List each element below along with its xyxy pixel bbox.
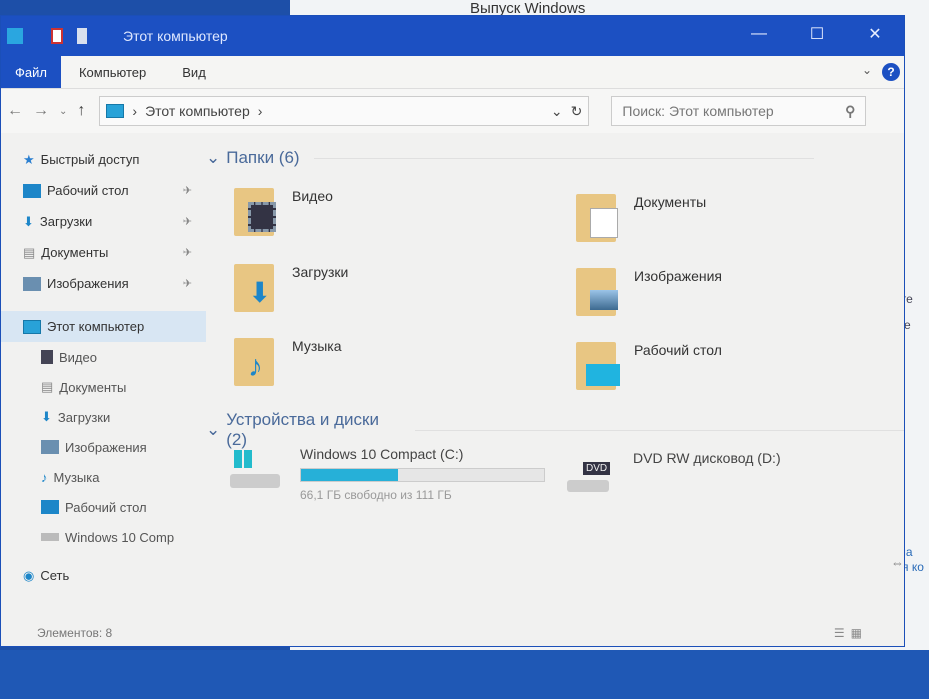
item-count: Элементов: 8 xyxy=(37,626,113,640)
resize-handle-icon[interactable]: ⇔ xyxy=(891,555,904,570)
search-input[interactable]: Поиск: Этот компьютер ⚲ xyxy=(611,96,867,126)
content-pane: ⌄ Папки (6) Видео Документы ⬇ Загрузки Изо… xyxy=(206,142,904,620)
sidebar-item-this-pc[interactable]: Этот компьютер xyxy=(1,311,206,342)
folder-video[interactable]: Видео xyxy=(234,188,333,238)
chevron-down-icon: ⌄ xyxy=(206,420,221,439)
pin-icon: ✈ xyxy=(182,247,192,259)
pin-icon: ✈ xyxy=(182,216,192,228)
close-button[interactable]: ✕ xyxy=(846,16,904,52)
explorer-window: Этот компьютер — ☐ ✕ Файл Компьютер Вид … xyxy=(0,15,905,647)
navigation-bar: ← → ⌄ ↑ › Этот компьютер › ⌄ ↻ Поиск: Эт… xyxy=(1,89,904,133)
windows-drive-icon xyxy=(230,446,280,492)
sidebar-item-pictures[interactable]: Изображения ✈ xyxy=(1,268,206,299)
pictures-icon xyxy=(41,440,59,454)
folder-desktop[interactable]: Рабочий стол xyxy=(576,342,722,392)
recent-chevron-icon[interactable]: ⌄ xyxy=(59,106,67,117)
sidebar-item-network[interactable]: ◉ Сеть xyxy=(1,560,206,591)
sidebar-item-video[interactable]: Видео xyxy=(1,342,206,372)
desktop-taskbar-area xyxy=(0,650,929,699)
pin-icon: ✈ xyxy=(182,185,192,197)
desktop-icon xyxy=(23,183,41,198)
forward-arrow-icon[interactable]: → xyxy=(33,102,49,120)
ribbon-tabs: Файл Компьютер Вид ⌄ ? xyxy=(1,56,904,89)
breadcrumb-separator-icon: › xyxy=(132,103,138,119)
minimize-button[interactable]: — xyxy=(730,16,788,52)
sidebar-item-downloads[interactable]: ⬇ Загрузки ✈ xyxy=(1,206,206,237)
computer-icon xyxy=(23,319,41,334)
pictures-icon xyxy=(23,276,41,291)
details-view-icon[interactable]: ☰ xyxy=(834,626,845,640)
navigation-pane: ★ Быстрый доступ Рабочий стол ✈ ⬇ Загрузки ✈… xyxy=(1,142,206,620)
chevron-down-icon: ⌄ xyxy=(206,148,221,167)
drive-c[interactable]: Windows 10 Compact (C:) 66,1 ГБ свободно… xyxy=(230,446,545,502)
address-dropdown-chevron-icon[interactable]: ⌄ xyxy=(551,103,563,120)
search-placeholder: Поиск: Этот компьютер xyxy=(622,103,774,119)
group-header-folders[interactable]: ⌄ Папки (6) xyxy=(206,148,814,168)
sidebar-item-quick-access[interactable]: ★ Быстрый доступ xyxy=(1,144,206,175)
maximize-button[interactable]: ☐ xyxy=(788,16,846,52)
download-icon: ⬇ xyxy=(23,213,34,229)
desktop-icon xyxy=(41,500,59,514)
drive-icon xyxy=(41,533,59,541)
folder-music[interactable]: ♪ Музыка xyxy=(234,338,342,388)
sidebar-item-pictures[interactable]: Изображения xyxy=(1,432,206,462)
sidebar-item-desktop[interactable]: Рабочий стол xyxy=(1,492,206,522)
sidebar-item-desktop[interactable]: Рабочий стол ✈ xyxy=(1,175,206,206)
document-icon: ▤ xyxy=(41,379,54,394)
tab-view[interactable]: Вид xyxy=(164,56,224,88)
search-icon[interactable]: ⚲ xyxy=(845,103,855,120)
refresh-icon[interactable]: ↻ xyxy=(571,103,583,120)
expand-ribbon-chevron-icon[interactable]: ⌄ xyxy=(862,63,872,77)
downloads-folder-icon: ⬇ xyxy=(234,264,278,314)
drive-c-free-space: 66,1 ГБ свободно из 111 ГБ xyxy=(300,488,452,502)
breadcrumb-separator-icon[interactable]: › xyxy=(258,103,263,119)
help-icon[interactable]: ? xyxy=(882,63,900,81)
sidebar-item-music[interactable]: ♪ Музыка xyxy=(1,462,206,492)
documents-folder-icon xyxy=(576,194,620,244)
sidebar-item-drive-c[interactable]: Windows 10 Comp xyxy=(1,522,206,552)
properties-icon[interactable] xyxy=(51,28,63,44)
desktop-folder-icon xyxy=(576,342,620,392)
video-folder-icon xyxy=(234,188,278,238)
new-folder-icon[interactable] xyxy=(77,28,87,44)
document-icon: ▤ xyxy=(23,244,36,260)
dvd-drive-name: DVD RW дисковод (D:) xyxy=(633,450,781,466)
status-bar: Элементов: 8 ☰ ▦ xyxy=(1,620,904,646)
computer-icon xyxy=(106,104,125,118)
star-icon: ★ xyxy=(23,151,35,167)
large-icons-view-icon[interactable]: ▦ xyxy=(851,626,862,640)
music-icon: ♪ xyxy=(41,469,48,485)
group-header-devices[interactable]: ⌄ Устройства и диски (2) xyxy=(206,410,904,450)
title-bar: Этот компьютер — ☐ ✕ xyxy=(1,16,904,56)
computer-icon xyxy=(7,28,23,44)
pin-icon: ✈ xyxy=(182,278,192,290)
drive-dvd[interactable]: DVD DVD RW дисковод (D:) xyxy=(561,450,781,496)
drive-c-usage-bar xyxy=(300,468,545,482)
folder-documents[interactable]: Документы xyxy=(576,194,706,244)
address-bar[interactable]: › Этот компьютер › ⌄ ↻ xyxy=(99,96,590,126)
sidebar-item-downloads[interactable]: ⬇ Загрузки xyxy=(1,402,206,432)
sidebar-item-documents[interactable]: ▤ Документы xyxy=(1,372,206,402)
pictures-folder-icon xyxy=(576,268,620,318)
video-icon xyxy=(41,350,53,364)
sidebar-item-documents[interactable]: ▤ Документы ✈ xyxy=(1,237,206,268)
back-arrow-icon[interactable]: ← xyxy=(7,102,23,120)
drive-c-name: Windows 10 Compact (C:) xyxy=(300,446,464,462)
folder-pictures[interactable]: Изображения xyxy=(576,268,722,318)
breadcrumb-this-pc[interactable]: Этот компьютер xyxy=(145,103,250,119)
folder-downloads[interactable]: ⬇ Загрузки xyxy=(234,264,348,314)
window-title: Этот компьютер xyxy=(123,28,228,44)
tab-file[interactable]: Файл xyxy=(1,56,61,88)
music-folder-icon: ♪ xyxy=(234,338,278,388)
download-icon: ⬇ xyxy=(41,409,52,424)
network-icon: ◉ xyxy=(23,567,35,583)
up-arrow-icon[interactable]: ↑ xyxy=(77,102,85,120)
tab-computer[interactable]: Компьютер xyxy=(61,56,164,88)
dvd-drive-icon: DVD xyxy=(561,450,613,496)
